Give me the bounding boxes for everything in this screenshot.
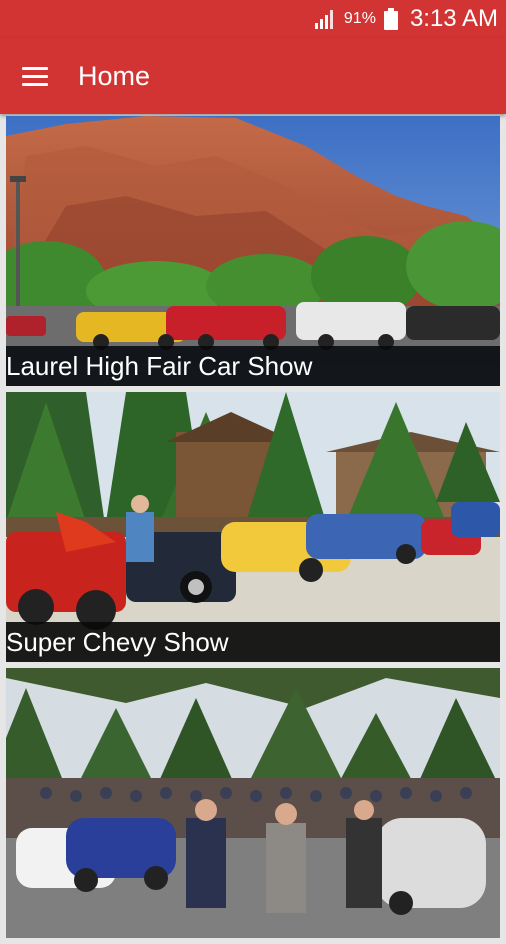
battery-icon xyxy=(383,8,398,30)
page-title: Home xyxy=(78,60,151,91)
event-card-gathering[interactable] xyxy=(6,668,500,938)
event-card-laurel-high[interactable]: Laurel High Fair Car Show xyxy=(6,116,500,386)
event-list: Laurel High Fair Car Show Super Chevy Sh… xyxy=(6,116,500,944)
signal-icon xyxy=(314,10,333,29)
event-title: Laurel High Fair Car Show xyxy=(6,351,313,381)
caption-bar: Super Chevy Show xyxy=(6,622,500,662)
app-bar: Home xyxy=(0,38,506,114)
clock: 3:13 AM xyxy=(409,5,498,32)
status-bar: 91% 3:13 AM xyxy=(0,0,506,38)
event-card-super-chevy[interactable]: Super Chevy Show xyxy=(6,392,500,662)
caption-bar: Laurel High Fair Car Show xyxy=(6,346,500,386)
event-image xyxy=(6,668,500,938)
menu-icon[interactable] xyxy=(22,58,58,94)
event-title: Super Chevy Show xyxy=(6,627,229,657)
battery-percent: 91% xyxy=(343,10,376,27)
status-icons: 91% 3:13 AM xyxy=(314,0,498,38)
